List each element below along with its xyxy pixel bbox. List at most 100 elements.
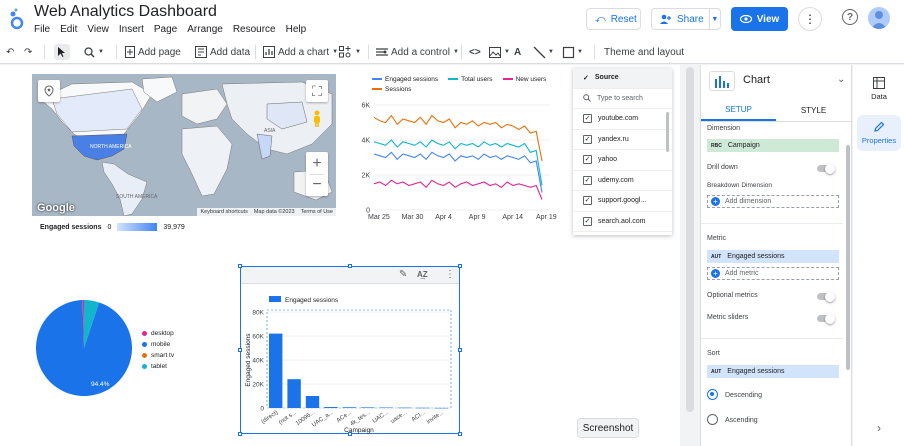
map-label-asia: ASIA <box>264 128 276 134</box>
view-button[interactable]: View <box>731 7 788 31</box>
chart-more-icon[interactable]: ⋮ <box>445 269 455 280</box>
tab-setup[interactable]: SETUP <box>701 100 776 121</box>
radio-descending[interactable] <box>707 389 718 400</box>
filter-option[interactable]: ✓ udemy.com <box>573 171 672 191</box>
rail-properties-button[interactable]: Properties <box>857 115 901 151</box>
checkbox-checked-icon[interactable]: ✓ <box>583 175 592 185</box>
checkbox-checked-icon[interactable]: ✓ <box>583 196 592 206</box>
street-view-pegman-icon[interactable] <box>306 107 328 131</box>
toolbar-divider <box>368 45 369 59</box>
embed-code-icon[interactable]: <> <box>469 44 481 60</box>
menu-insert[interactable]: Insert <box>119 24 144 35</box>
checkbox-checked-icon[interactable]: ✓ <box>583 134 592 144</box>
looker-studio-logo-icon[interactable] <box>8 8 26 30</box>
checkbox-checked-icon[interactable]: ✓ <box>583 216 592 226</box>
filter-option[interactable]: ✓ support.googl... <box>573 191 672 212</box>
terms-link[interactable]: Terms of Use <box>301 209 333 215</box>
filter-option[interactable]: ✓ search.aol.com <box>573 212 672 232</box>
screenshot-chip[interactable]: Screenshot <box>577 418 639 438</box>
filter-select-all[interactable]: ✓ Source <box>573 68 672 89</box>
keyboard-shortcuts-link[interactable]: Keyboard shortcuts <box>200 209 247 215</box>
metric-value: Engaged sessions <box>727 253 785 260</box>
filter-search-input[interactable]: Type to search <box>573 89 672 109</box>
more-options-icon[interactable]: ⋮ <box>798 7 822 31</box>
menu-file[interactable]: File <box>34 24 50 35</box>
menu-resource[interactable]: Resource <box>233 24 276 35</box>
add-control-button[interactable]: Add a control ▼ <box>376 44 459 60</box>
add-dimension-button[interactable]: + Add dimension <box>707 195 839 208</box>
checkbox-checked-icon[interactable]: ✓ <box>583 155 592 165</box>
share-dropdown-icon[interactable]: ▼ <box>708 9 720 29</box>
metric-sliders-toggle[interactable] <box>817 313 835 324</box>
metric-chip[interactable]: AUT Engaged sessions <box>707 250 839 263</box>
edit-pencil-icon[interactable]: ✎ <box>399 269 407 280</box>
pie-chart[interactable]: 94.4% <box>35 300 132 396</box>
map-location-icon[interactable] <box>38 80 60 102</box>
resize-handle[interactable] <box>238 432 242 436</box>
geo-map-chart[interactable]: NORTH AMERICA SOUTH AMERICA ASIA ⛶ + − G… <box>32 74 336 216</box>
checkbox-checked-icon[interactable]: ✓ <box>583 114 592 124</box>
canvas-scrollbar[interactable] <box>680 65 700 446</box>
drill-down-toggle[interactable] <box>817 163 835 174</box>
resize-handle[interactable] <box>458 432 462 436</box>
pie-legend-item[interactable]: smart tv <box>142 350 174 361</box>
add-data-button[interactable]: Add data <box>195 44 250 60</box>
panel-scrollbar[interactable] <box>846 145 850 370</box>
undo-icon[interactable]: ↶ <box>6 44 14 60</box>
rail-data-button[interactable]: Data <box>857 77 901 101</box>
pie-legend-item[interactable]: desktop <box>142 328 174 339</box>
add-page-button[interactable]: Add page <box>125 44 181 60</box>
resize-handle[interactable] <box>458 264 462 268</box>
zoom-in-icon[interactable]: + <box>312 154 321 174</box>
radio-ascending[interactable] <box>707 414 718 425</box>
chevron-right-icon[interactable]: › <box>877 421 881 435</box>
menu-page[interactable]: Page <box>154 24 177 35</box>
time-series-chart[interactable]: Engaged sessions Total users New users S… <box>350 70 560 230</box>
report-title[interactable]: Web Analytics Dashboard <box>34 3 217 21</box>
bar-chart-selected[interactable]: ✎ A͢Z ⋮ Engaged sessions 0 20K 40K 60K 80K Eng… <box>238 264 462 436</box>
avatar[interactable] <box>868 7 890 29</box>
add-chart-icon <box>263 46 275 58</box>
pie-legend-item[interactable]: tablet <box>142 361 174 372</box>
resize-handle[interactable] <box>348 264 352 268</box>
menu-help[interactable]: Help <box>286 24 307 35</box>
zoom-out-icon[interactable]: − <box>312 175 321 195</box>
add-chart-button[interactable]: Add a chart ▼ <box>263 44 338 60</box>
optional-metrics-toggle[interactable] <box>817 291 835 302</box>
resize-handle[interactable] <box>458 348 462 352</box>
tab-style[interactable]: STYLE <box>776 100 851 121</box>
resize-handle[interactable] <box>238 348 242 352</box>
pie-legend-item[interactable]: mobile <box>142 339 174 350</box>
resize-handle[interactable] <box>348 432 352 436</box>
bar-chart-type-icon[interactable] <box>709 71 735 91</box>
chevron-down-icon[interactable]: ⌄ <box>837 74 845 85</box>
map-legend-min: 0 <box>107 223 112 231</box>
filter-scrollbar[interactable] <box>666 112 669 152</box>
menu-view[interactable]: View <box>87 24 109 35</box>
shape-tool-icon[interactable]: ▼ <box>562 44 583 60</box>
add-metric-button[interactable]: + Add metric <box>707 267 839 280</box>
image-icon[interactable]: ▼ <box>489 44 510 60</box>
sort-az-icon[interactable]: A͢Z <box>417 270 428 279</box>
select-pointer-icon[interactable] <box>54 44 70 60</box>
fullscreen-icon[interactable]: ⛶ <box>306 80 328 102</box>
dimension-chip[interactable]: RBC Campaign <box>707 139 839 152</box>
line-tool-icon[interactable]: ▼ <box>533 44 554 60</box>
menu-edit[interactable]: Edit <box>60 24 77 35</box>
community-visualizations-icon[interactable]: ▼ <box>339 44 361 60</box>
menu-arrange[interactable]: Arrange <box>187 24 223 35</box>
filter-option[interactable]: ✓ youtube.com <box>573 109 672 130</box>
zoom-icon[interactable]: ▼ <box>84 44 104 60</box>
sort-chip[interactable]: AUT Engaged sessions <box>707 365 839 378</box>
theme-layout-button[interactable]: Theme and layout <box>604 44 684 60</box>
y-tick-label: 60K <box>252 334 264 341</box>
source-filter-dropdown[interactable]: ✓ Source Type to search ✓ youtube.com ✓ ya… <box>573 68 672 235</box>
filter-option[interactable]: ✓ yahoo <box>573 150 672 171</box>
resize-handle[interactable] <box>238 264 242 268</box>
reset-button[interactable]: ⤺ Reset <box>586 8 641 30</box>
text-icon[interactable]: A <box>514 44 521 60</box>
help-icon[interactable]: ? <box>842 9 858 25</box>
redo-icon[interactable]: ↷ <box>24 44 32 60</box>
share-button[interactable]: Share ▼ <box>651 8 721 30</box>
filter-option[interactable]: ✓ yandex.ru <box>573 130 672 150</box>
